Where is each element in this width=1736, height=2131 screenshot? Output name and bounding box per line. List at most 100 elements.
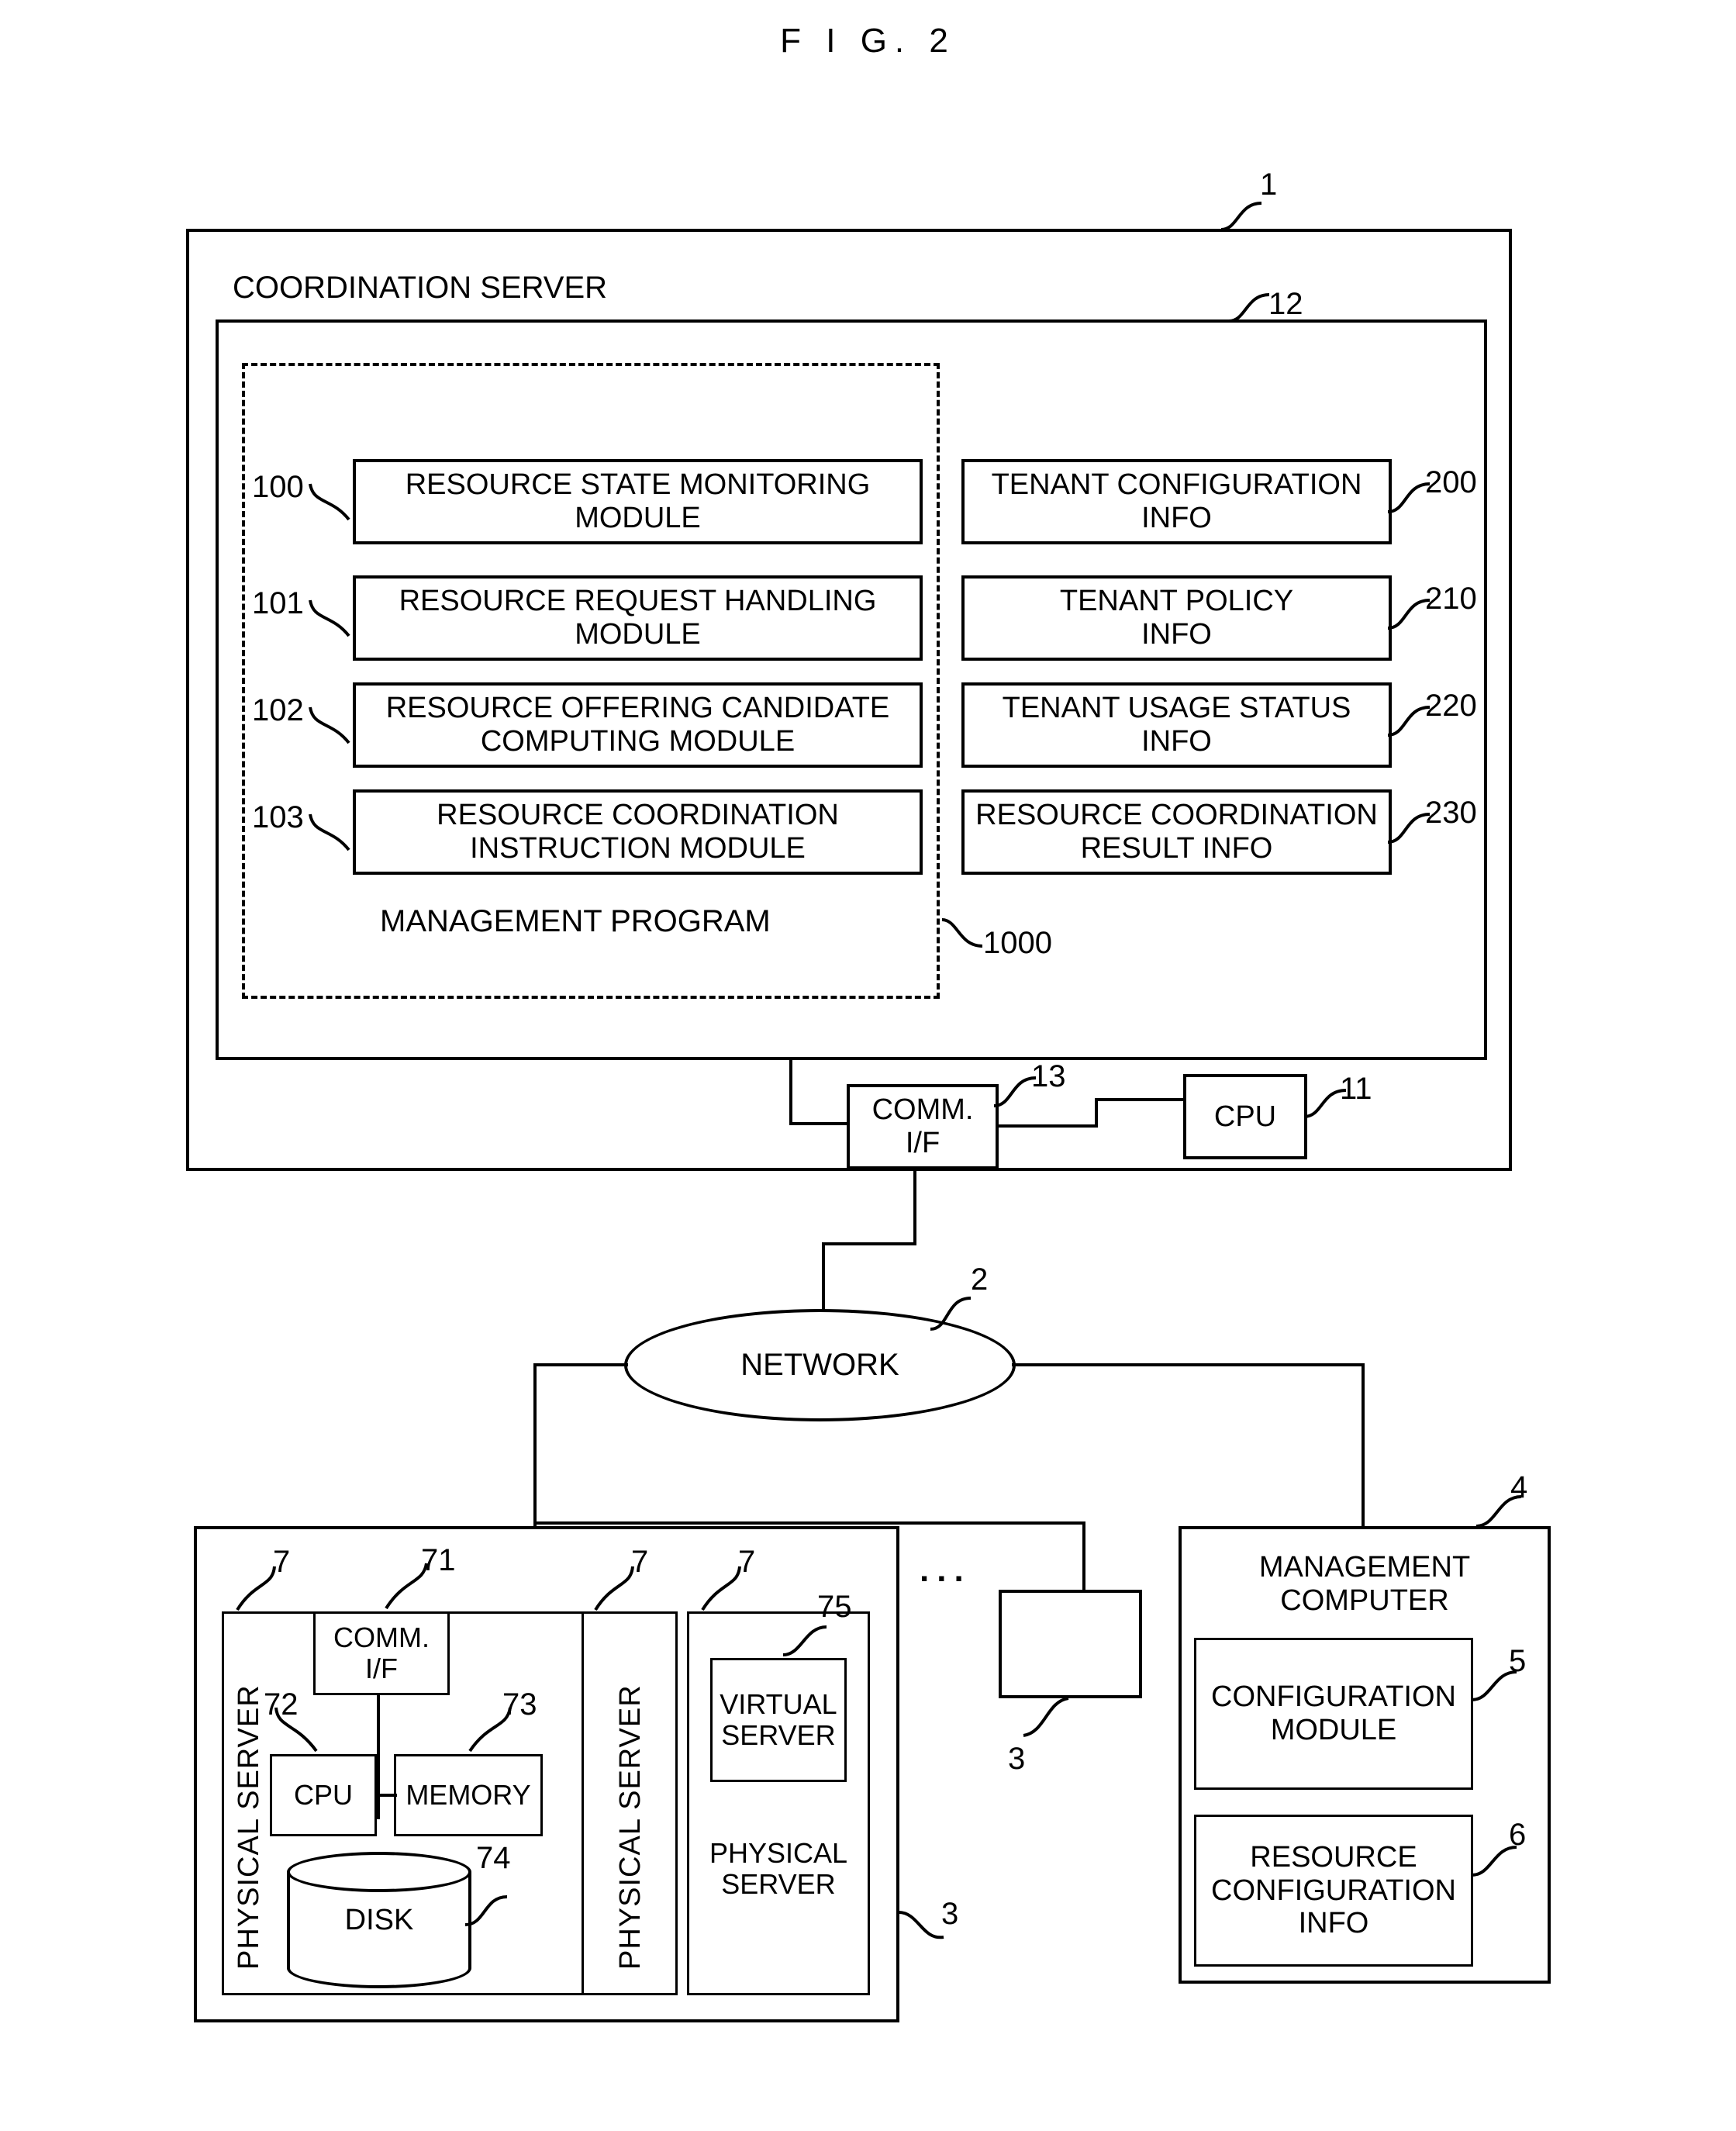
server-a-cpu-memory-hline: [375, 1794, 397, 1797]
resource-offering-candidate-computing-module: RESOURCE OFFERING CANDIDATE COMPUTING MO…: [353, 682, 923, 768]
ref-3-node: 3: [1008, 1742, 1026, 1776]
configuration-module-line2: MODULE: [1270, 1714, 1397, 1746]
ref-102: 102: [252, 693, 304, 727]
resource-coordination-instruction-module: RESOURCE COORDINATION INSTRUCTION MODULE: [353, 789, 923, 875]
node3-drop-vline: [1082, 1521, 1085, 1590]
virtual-server-box: VIRTUAL SERVER: [710, 1658, 847, 1782]
ref-230: 230: [1425, 796, 1477, 830]
comm-if-71-line1: COMM.: [333, 1621, 430, 1653]
ref-2-leader: [930, 1297, 972, 1331]
management-program-box: [242, 363, 940, 999]
info-200-line1: TENANT CONFIGURATION: [991, 468, 1362, 502]
ref-5: 5: [1509, 1644, 1527, 1678]
tenant-usage-status-info-box: TENANT USAGE STATUS INFO: [961, 682, 1392, 768]
tenant-policy-info-box: TENANT POLICY INFO: [961, 575, 1392, 661]
coordination-server-comm-if-box: COMM. I/F: [847, 1084, 999, 1169]
module-101-line2: MODULE: [575, 618, 701, 651]
configuration-module-box: CONFIGURATION MODULE: [1194, 1638, 1473, 1790]
physical-server-a-cpu-box: CPU: [270, 1754, 377, 1836]
commif-to-network-hline: [822, 1242, 916, 1245]
info-220-line1: TENANT USAGE STATUS: [1002, 692, 1351, 725]
physical-server-c-line2: SERVER: [721, 1868, 836, 1900]
ref-11: 11: [1340, 1072, 1372, 1106]
module-100-line2: MODULE: [575, 502, 701, 534]
module-103-line1: RESOURCE COORDINATION: [437, 799, 839, 832]
ref-7b-leader: [594, 1566, 634, 1611]
ref-3-group: 3: [941, 1897, 959, 1931]
module-102-line2: COMPUTING MODULE: [480, 725, 796, 758]
ref-102-leader: [309, 706, 350, 744]
coordination-server-cpu-box: CPU: [1183, 1074, 1307, 1159]
figure-title: F I G. 2: [780, 22, 956, 60]
physical-server-b-side-label: PHYSICAL SERVER: [614, 1684, 647, 1970]
ref-101: 101: [252, 586, 304, 620]
comm-if-13-line2: I/F: [905, 1127, 940, 1159]
network-label: NETWORK: [740, 1348, 899, 1382]
network-left-hline: [533, 1363, 628, 1366]
ref-7b: 7: [631, 1545, 649, 1579]
info-230-line1: RESOURCE COORDINATION: [975, 799, 1378, 832]
ref-200: 200: [1425, 465, 1477, 499]
ref-7a-leader: [236, 1566, 276, 1611]
ref-103-leader: [309, 813, 350, 851]
ref-13: 13: [1031, 1059, 1066, 1093]
memory-73-label: MEMORY: [406, 1778, 531, 1811]
ref-100: 100: [252, 470, 304, 504]
commif-down-vline: [913, 1169, 916, 1245]
physical-server-a-memory-box: MEMORY: [394, 1754, 543, 1836]
physical-server-c-bottom-label: PHYSICAL SERVER: [687, 1822, 870, 1915]
cpu-72-label: CPU: [293, 1778, 353, 1811]
virtual-server-line2: SERVER: [721, 1719, 836, 1751]
info-210-line2: INFO: [1141, 618, 1212, 651]
module-103-line2: INSTRUCTION MODULE: [470, 832, 806, 865]
ref-74-leader: [464, 1895, 508, 1926]
resource-coordination-result-info-box: RESOURCE COORDINATION RESULT INFO: [961, 789, 1392, 875]
management-computer-line2: COMPUTER: [1280, 1584, 1449, 1617]
ref-1: 1: [1260, 168, 1278, 202]
module-101-line1: RESOURCE REQUEST HANDLING: [399, 585, 877, 618]
ref-75: 75: [817, 1590, 852, 1624]
info-230-line2: RESULT INFO: [1080, 832, 1273, 865]
commif-to-cpu-hline-lower: [999, 1124, 1098, 1128]
info-220-line2: INFO: [1141, 725, 1212, 758]
ref-210: 210: [1425, 582, 1477, 616]
management-computer-line1: MANAGEMENT: [1258, 1551, 1471, 1584]
ref-73: 73: [502, 1687, 537, 1722]
management-program-label: MANAGEMENT PROGRAM: [380, 904, 771, 938]
ref-103: 103: [252, 800, 304, 834]
ref-101-leader: [309, 599, 350, 637]
ref-71: 71: [421, 1543, 456, 1577]
ref-3-group-leader: [898, 1911, 944, 1939]
figure-canvas: F I G. 2 COORDINATION SERVER 1 12 MANAGE…: [0, 0, 1736, 2131]
management-computer-title: MANAGEMENT COMPUTER: [1179, 1542, 1551, 1627]
module-100-line1: RESOURCE STATE MONITORING: [405, 468, 871, 502]
virtual-server-line1: VIRTUAL: [720, 1687, 837, 1720]
ref-6: 6: [1509, 1818, 1527, 1852]
commif-to-cpu-hline-upper: [1095, 1098, 1186, 1101]
configuration-module-line1: CONFIGURATION: [1211, 1680, 1456, 1714]
info-200-line2: INFO: [1141, 502, 1212, 534]
ref-72: 72: [264, 1687, 299, 1722]
ref-7c-leader: [701, 1566, 741, 1611]
physical-server-c-line1: PHYSICAL: [709, 1836, 848, 1869]
server-a-bus-vline: [377, 1695, 380, 1819]
network-left-vline: [533, 1363, 537, 1525]
physical-server-a-disk: DISK: [287, 1852, 471, 1988]
ref-12: 12: [1268, 287, 1303, 321]
ref-7c: 7: [738, 1545, 756, 1579]
resource-configuration-info-box: RESOURCE CONFIGURATION INFO: [1194, 1815, 1473, 1967]
disk-74-label: DISK: [344, 1903, 414, 1936]
disk-74-label-wrap: DISK: [287, 1852, 471, 1988]
ref-74: 74: [476, 1841, 511, 1875]
cpu-11-label: CPU: [1213, 1100, 1277, 1133]
ref-1000: 1000: [983, 926, 1052, 960]
resource-config-info-line3: INFO: [1298, 1907, 1369, 1940]
info-210-line1: TENANT POLICY: [1059, 585, 1294, 618]
commif-to-cpu-vline: [1095, 1098, 1098, 1128]
network-right-hline: [1012, 1363, 1365, 1366]
ref-220: 220: [1425, 689, 1477, 723]
resource-request-handling-module: RESOURCE REQUEST HANDLING MODULE: [353, 575, 923, 661]
memory-to-commif-vline: [789, 1060, 792, 1125]
tenant-configuration-info-box: TENANT CONFIGURATION INFO: [961, 459, 1392, 544]
physical-server-a-side-label: PHYSICAL SERVER: [233, 1684, 265, 1970]
